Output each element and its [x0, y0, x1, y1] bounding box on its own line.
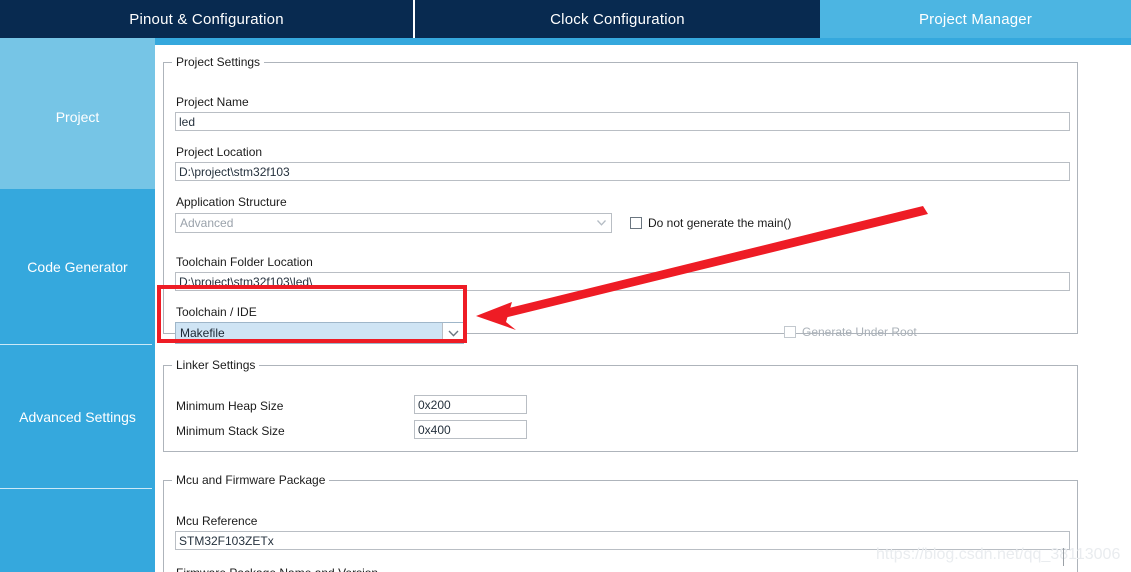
chevron-down-icon — [442, 323, 463, 343]
project-name-label: Project Name — [176, 95, 249, 109]
toolchain-folder-location-label: Toolchain Folder Location — [176, 255, 313, 269]
tab-underline-bar-left — [0, 38, 155, 45]
do-not-generate-main-checkbox[interactable]: Do not generate the main() — [630, 216, 791, 230]
watermark-text: https://blog.csdn.net/qq_38113006 — [876, 546, 1121, 563]
tab-clock-configuration[interactable]: Clock Configuration — [415, 0, 820, 38]
tab-pinout-configuration-label: Pinout & Configuration — [129, 10, 284, 28]
application-structure-select[interactable]: Advanced — [175, 213, 612, 233]
sidebar-item-project[interactable]: Project — [0, 45, 155, 189]
checkbox-box-icon — [630, 217, 642, 229]
application-structure-label: Application Structure — [176, 195, 287, 209]
minimum-heap-size-label: Minimum Heap Size — [176, 399, 284, 413]
project-name-input[interactable] — [175, 112, 1070, 131]
firmware-package-label: Firmware Package Name and Version — [176, 566, 378, 572]
tab-project-manager-label: Project Manager — [918, 10, 1033, 28]
project-location-input[interactable] — [175, 162, 1070, 181]
application-structure-value: Advanced — [180, 216, 234, 230]
sidebar-item-advanced-settings-label: Advanced Settings — [19, 408, 136, 425]
tab-clock-configuration-label: Clock Configuration — [550, 10, 685, 28]
tab-underline-bar — [0, 38, 1131, 45]
linker-settings-group: Linker Settings Minimum Heap Size Minimu… — [163, 358, 1078, 452]
sidebar-item-code-generator-label: Code Generator — [27, 258, 128, 275]
toolchain-folder-location-input[interactable] — [175, 272, 1070, 291]
mcu-reference-label: Mcu Reference — [176, 514, 258, 528]
sidebar-item-project-label: Project — [55, 109, 100, 125]
tab-project-manager[interactable]: Project Manager — [820, 0, 1131, 38]
text-caret — [1063, 548, 1064, 566]
toolchain-ide-value: Makefile — [180, 326, 225, 340]
minimum-heap-size-input[interactable] — [414, 395, 527, 414]
linker-settings-legend: Linker Settings — [176, 358, 256, 372]
project-settings-legend: Project Settings — [176, 55, 261, 69]
project-location-label: Project Location — [176, 145, 263, 159]
do-not-generate-main-label: Do not generate the main() — [648, 216, 792, 230]
checkbox-box-icon — [784, 326, 796, 338]
generate-under-root-label: Generate Under Root — [802, 325, 917, 339]
sidebar-item-blank[interactable] — [0, 489, 155, 572]
minimum-stack-size-input[interactable] — [414, 420, 527, 439]
sidebar-divider-1 — [0, 344, 152, 345]
sidebar-item-code-generator[interactable]: Code Generator — [0, 189, 155, 344]
main-tab-bar: Pinout & Configuration Clock Configurati… — [0, 0, 1131, 38]
sidebar-item-advanced-settings[interactable]: Advanced Settings — [0, 345, 155, 488]
generate-under-root-checkbox[interactable]: Generate Under Root — [784, 325, 917, 339]
toolchain-ide-select[interactable]: Makefile — [175, 322, 464, 344]
mcu-firmware-package-legend: Mcu and Firmware Package — [176, 473, 326, 487]
tab-pinout-configuration[interactable]: Pinout & Configuration — [0, 0, 413, 38]
toolchain-ide-label: Toolchain / IDE — [176, 305, 257, 319]
project-manager-content: Project Settings Project Name Project Lo… — [155, 45, 1131, 572]
chevron-down-icon — [591, 214, 611, 232]
sidebar-divider-2 — [0, 488, 152, 489]
minimum-stack-size-label: Minimum Stack Size — [176, 424, 285, 438]
project-settings-group: Project Settings Project Name Project Lo… — [163, 55, 1078, 344]
project-manager-sidebar: Project Code Generator Advanced Settings — [0, 45, 155, 572]
